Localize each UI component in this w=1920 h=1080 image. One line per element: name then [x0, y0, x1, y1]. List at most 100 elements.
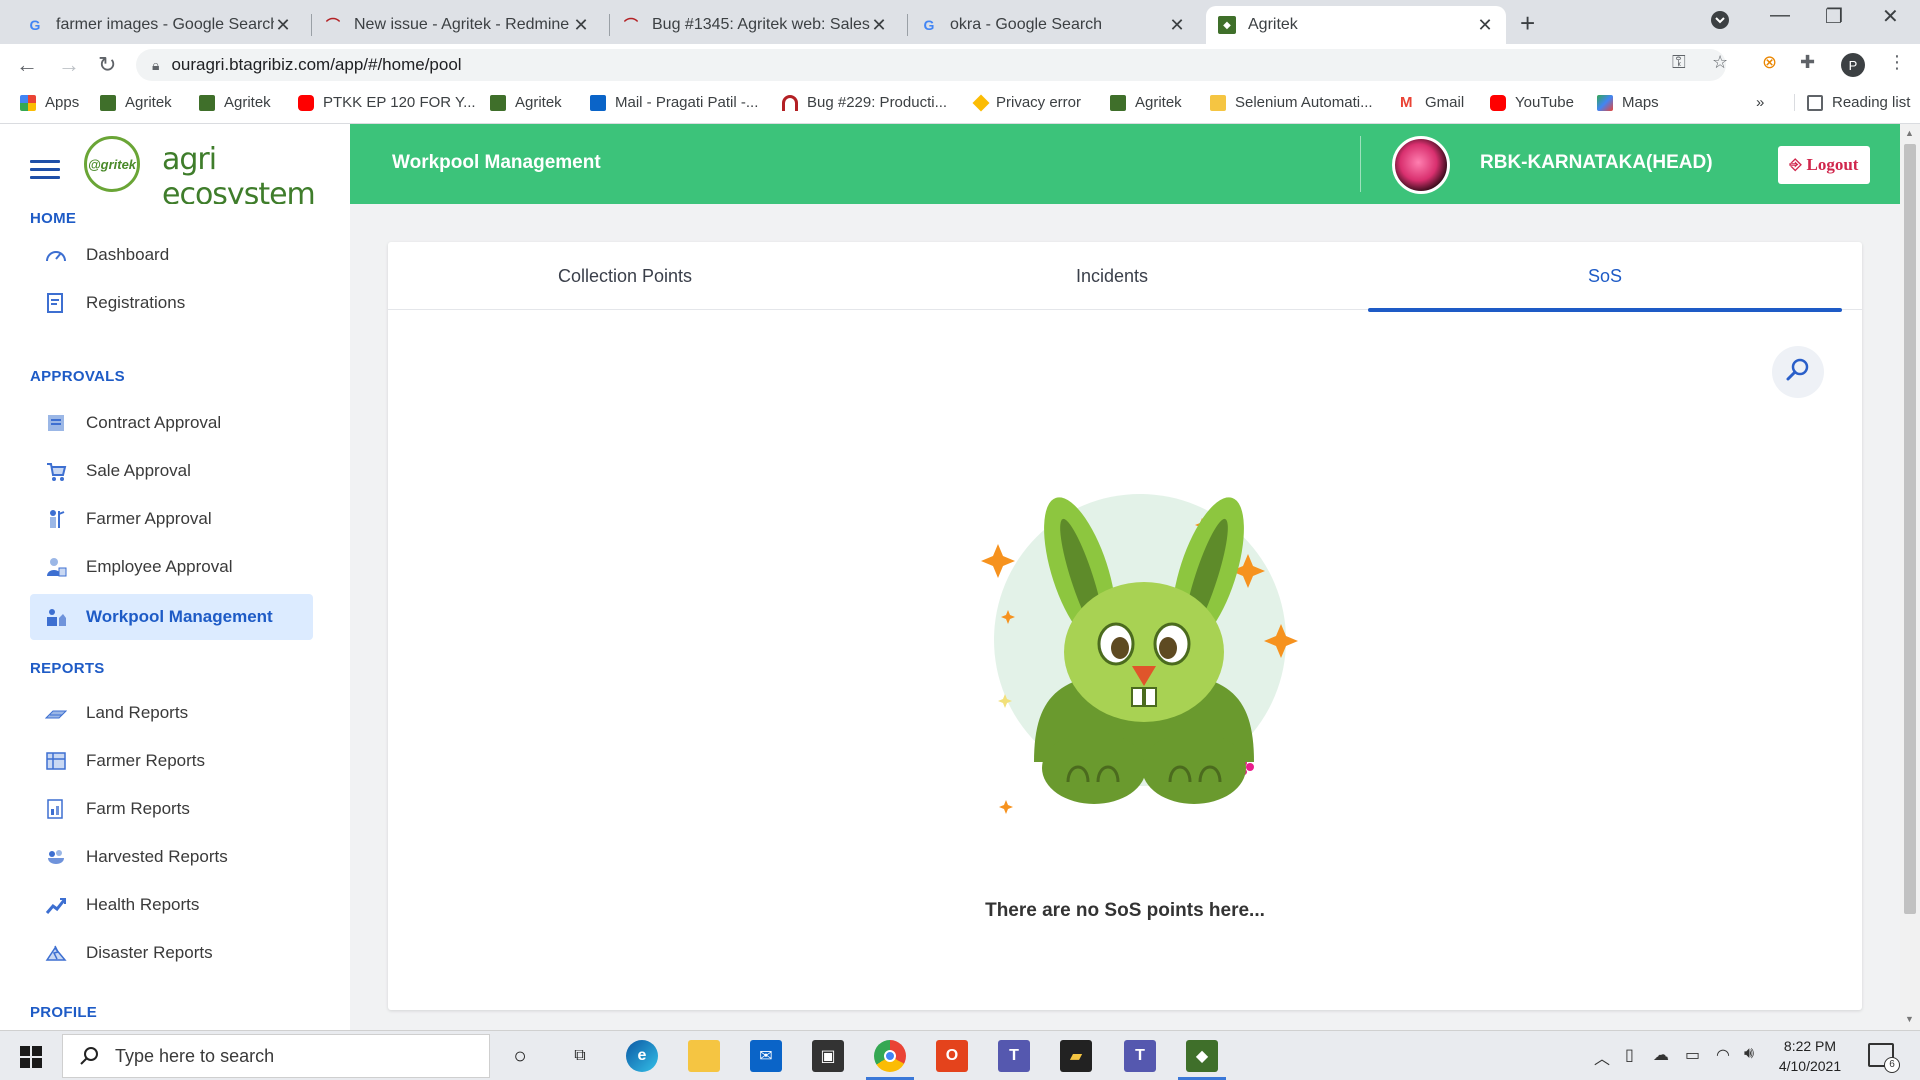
- search-button[interactable]: [1772, 346, 1824, 398]
- scroll-up-icon[interactable]: ▲: [1905, 128, 1914, 138]
- minimize-icon[interactable]: —: [1770, 4, 1790, 27]
- new-tab-icon[interactable]: +: [1520, 8, 1535, 39]
- task-view-icon[interactable]: ⧉: [564, 1040, 596, 1072]
- back-icon[interactable]: ←: [16, 52, 38, 78]
- notification-center-icon[interactable]: 6: [1868, 1043, 1900, 1073]
- browser-tab[interactable]: ⌒ Bug #1345: Agritek web: Sales re ✕: [610, 6, 900, 44]
- tray-device-icon[interactable]: ▯: [1625, 1045, 1634, 1065]
- bookmark-item[interactable]: Agritek: [100, 94, 172, 111]
- onedrive-icon[interactable]: ☁: [1653, 1045, 1669, 1065]
- google-icon: G: [29, 17, 41, 33]
- sidebar-item-farmer-approval[interactable]: Farmer Approval: [30, 496, 313, 542]
- page-scrollbar[interactable]: ▲ ▼: [1900, 124, 1920, 1030]
- bookmark-item[interactable]: Bug #229: Producti...: [782, 94, 947, 111]
- bookmarks-overflow-icon[interactable]: »: [1756, 94, 1764, 111]
- sidebar-item-health-reports[interactable]: Health Reports: [30, 882, 313, 928]
- forward-icon[interactable]: →: [58, 52, 80, 78]
- bookmark-item[interactable]: Mail - Pragati Patil -...: [590, 94, 758, 111]
- reading-list-button[interactable]: Reading list: [1794, 94, 1910, 111]
- sidebar-item-registrations[interactable]: Registrations: [30, 280, 313, 326]
- report-grid-icon: [44, 750, 68, 772]
- wifi-icon[interactable]: ◠: [1716, 1045, 1730, 1065]
- logout-button[interactable]: ⎆ Logout: [1778, 146, 1870, 184]
- sidebar-item-disaster-reports[interactable]: Disaster Reports: [30, 930, 313, 976]
- hamburger-menu-icon[interactable]: [30, 160, 60, 184]
- scrollbar-thumb[interactable]: [1904, 144, 1916, 914]
- close-tab-icon[interactable]: ✕: [274, 15, 292, 36]
- key-icon[interactable]: ⚿: [1672, 52, 1686, 73]
- edge-icon[interactable]: e: [626, 1040, 658, 1072]
- puzzle-extensions-icon[interactable]: ✚: [1800, 52, 1815, 73]
- sidebar-item-farmer-reports[interactable]: Farmer Reports: [30, 738, 313, 784]
- taskbar-clock[interactable]: 8:22 PM 4/10/2021: [1765, 1036, 1855, 1076]
- profile-avatar[interactable]: P: [1841, 53, 1865, 77]
- mail-icon[interactable]: ✉: [750, 1040, 782, 1072]
- tab-collection-points[interactable]: Collection Points: [388, 242, 862, 310]
- chrome-menu-icon[interactable]: ⋮: [1888, 52, 1906, 73]
- chrome-icon[interactable]: [874, 1040, 906, 1072]
- redmine-icon: [782, 94, 798, 111]
- sidebar-item-workpool-management[interactable]: Workpool Management: [30, 594, 313, 640]
- close-tab-icon[interactable]: ✕: [1476, 15, 1494, 36]
- office-icon[interactable]: O: [936, 1040, 968, 1072]
- reload-icon[interactable]: ↻: [98, 52, 116, 78]
- bookmark-item[interactable]: Maps: [1597, 94, 1659, 111]
- maximize-icon[interactable]: ❐: [1825, 4, 1843, 29]
- disaster-icon: [44, 942, 68, 964]
- browser-tab[interactable]: G okra - Google Search ✕: [908, 6, 1198, 44]
- bookmark-item[interactable]: Apps: [20, 94, 79, 111]
- sidebar-section-reports: REPORTS: [30, 660, 105, 677]
- bookmark-item[interactable]: Agritek: [490, 94, 562, 111]
- user-avatar[interactable]: [1392, 136, 1450, 194]
- tray-overflow-icon[interactable]: ︿: [1594, 1045, 1610, 1069]
- sidebar-item-sale-approval[interactable]: Sale Approval: [30, 448, 313, 494]
- windows-start-icon[interactable]: [20, 1046, 42, 1068]
- sidebar-item-dashboard[interactable]: Dashboard: [30, 232, 313, 278]
- bookmark-star-icon[interactable]: ☆: [1712, 52, 1728, 73]
- page-title: Workpool Management: [392, 152, 601, 173]
- bookmark-item[interactable]: PTKK EP 120 FOR Y...: [298, 94, 476, 111]
- bookmark-item[interactable]: YouTube: [1490, 94, 1574, 111]
- reading-list-icon: [1807, 94, 1823, 111]
- maps-icon: [1597, 94, 1613, 111]
- sidebar-item-harvested-reports[interactable]: Harvested Reports: [30, 834, 313, 880]
- close-tab-icon[interactable]: ✕: [1168, 15, 1186, 36]
- close-tab-icon[interactable]: ✕: [870, 15, 888, 36]
- close-tab-icon[interactable]: ✕: [572, 15, 590, 36]
- taskbar-search-box[interactable]: Type here to search: [62, 1034, 490, 1078]
- address-bar[interactable]: 🔒︎ ouragri.btagribiz.com/app/#/home/pool: [136, 49, 1726, 81]
- window-close-icon[interactable]: ✕: [1882, 4, 1899, 29]
- sidebar-item-employee-approval[interactable]: Employee Approval: [30, 544, 313, 590]
- teams-icon[interactable]: T: [998, 1040, 1030, 1072]
- volume-icon[interactable]: 🔊︎: [1744, 1045, 1754, 1063]
- cart-icon: [44, 460, 68, 482]
- agritek-icon: [490, 94, 506, 111]
- logo-text: agri ecosystem: [162, 142, 316, 212]
- store-icon[interactable]: ▣: [812, 1040, 844, 1072]
- tab-incidents[interactable]: Incidents: [875, 242, 1349, 310]
- sticky-notes-icon[interactable]: ▰: [1060, 1040, 1092, 1072]
- battery-icon[interactable]: ▭: [1685, 1045, 1700, 1065]
- cortana-icon[interactable]: ○: [504, 1040, 536, 1072]
- workpool-tabs: Collection Points Incidents SoS: [388, 242, 1862, 312]
- outlook-icon: [590, 94, 606, 111]
- sidebar-item-contract-approval[interactable]: Contract Approval: [30, 400, 313, 446]
- tab-sos[interactable]: SoS: [1368, 242, 1842, 312]
- tab-search-icon[interactable]: [1710, 10, 1730, 36]
- extension-icon[interactable]: ⊗: [1762, 52, 1777, 73]
- file-explorer-icon[interactable]: [688, 1040, 720, 1072]
- bookmark-item[interactable]: Agritek: [1110, 94, 1182, 111]
- browser-tab[interactable]: G farmer images - Google Search ✕: [14, 6, 304, 44]
- sidebar-item-farm-reports[interactable]: Farm Reports: [30, 786, 313, 832]
- warning-icon: [972, 94, 990, 111]
- bookmark-item[interactable]: M Gmail: [1400, 94, 1464, 111]
- bookmark-item[interactable]: Privacy error: [972, 94, 1081, 111]
- bookmark-item[interactable]: Agritek: [199, 94, 271, 111]
- agritek-app-icon[interactable]: ◆: [1186, 1040, 1218, 1072]
- bookmark-item[interactable]: Selenium Automati...: [1210, 94, 1373, 111]
- browser-tab[interactable]: ⌒ New issue - Agritek - Redmine ✕: [312, 6, 602, 44]
- sidebar-item-land-reports[interactable]: Land Reports: [30, 690, 313, 736]
- browser-tab-active[interactable]: ◆ Agritek ✕: [1206, 6, 1506, 44]
- teams-work-icon[interactable]: T: [1124, 1040, 1156, 1072]
- scroll-down-icon[interactable]: ▼: [1905, 1014, 1914, 1024]
